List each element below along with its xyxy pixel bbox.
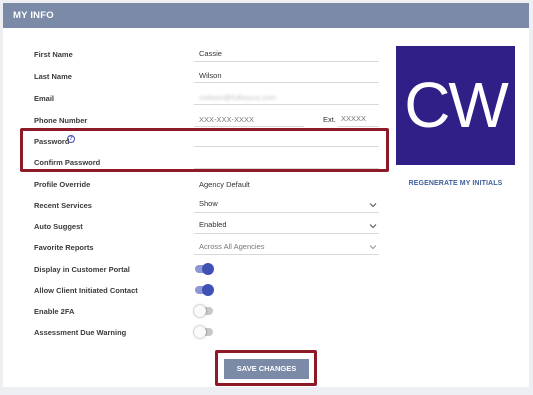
- first-name-underline: [194, 61, 379, 62]
- section-title: MY INFO: [13, 10, 54, 21]
- section-header: MY INFO: [3, 3, 529, 28]
- save-button[interactable]: SAVE CHANGES: [224, 359, 309, 379]
- phone-input[interactable]: XXX-XXX-XXXX: [199, 115, 254, 124]
- toggle-knob: [202, 284, 214, 296]
- email-label: Email: [34, 94, 55, 103]
- last-name-label: Last Name: [34, 72, 72, 81]
- favorite-reports-label: Favorite Reports: [34, 243, 94, 252]
- ext-label: Ext.: [323, 115, 336, 124]
- chevron-down-icon[interactable]: [369, 201, 377, 209]
- favorite-reports-underline: [194, 254, 379, 255]
- allow-contact-label: Allow Client Initiated Contact: [34, 286, 138, 295]
- chevron-down-icon[interactable]: [369, 222, 377, 230]
- first-name-input[interactable]: Cassie: [199, 49, 222, 58]
- recent-services-select[interactable]: Show: [199, 199, 218, 208]
- auto-suggest-underline: [194, 233, 379, 234]
- recent-services-label: Recent Services: [34, 201, 92, 210]
- ext-underline: [338, 126, 379, 127]
- toggle-knob: [194, 326, 206, 338]
- assessment-warning-label: Assessment Due Warning: [34, 328, 127, 337]
- favorite-reports-select[interactable]: Across All Agencies: [199, 242, 264, 251]
- last-name-underline: [194, 82, 379, 83]
- assessment-warning-toggle[interactable]: [194, 326, 213, 338]
- display-portal-toggle[interactable]: [195, 263, 214, 275]
- last-name-input[interactable]: Wilson: [199, 71, 222, 80]
- email-input[interactable]: cwilson@fullsoccs.com: [199, 93, 276, 102]
- ext-input[interactable]: XXXXX: [341, 114, 366, 123]
- display-portal-label: Display in Customer Portal: [34, 265, 130, 274]
- email-underline: [194, 104, 379, 105]
- regenerate-initials-link[interactable]: REGENERATE MY INITIALS: [396, 180, 515, 187]
- enable-2fa-toggle[interactable]: [194, 305, 213, 317]
- first-name-label: First Name: [34, 50, 73, 59]
- recent-services-underline: [194, 212, 379, 213]
- auto-suggest-select[interactable]: Enabled: [199, 220, 227, 229]
- avatar: CW: [396, 46, 515, 165]
- chevron-down-icon[interactable]: [369, 243, 377, 251]
- enable-2fa-label: Enable 2FA: [34, 307, 75, 316]
- profile-override-value: Agency Default: [199, 180, 250, 189]
- highlight-password: [20, 128, 389, 172]
- toggle-knob: [202, 263, 214, 275]
- toggle-knob: [194, 305, 206, 317]
- phone-label: Phone Number: [34, 116, 88, 125]
- allow-contact-toggle[interactable]: [195, 284, 214, 296]
- profile-override-label: Profile Override: [34, 180, 91, 189]
- auto-suggest-label: Auto Suggest: [34, 222, 83, 231]
- phone-underline: [194, 126, 304, 127]
